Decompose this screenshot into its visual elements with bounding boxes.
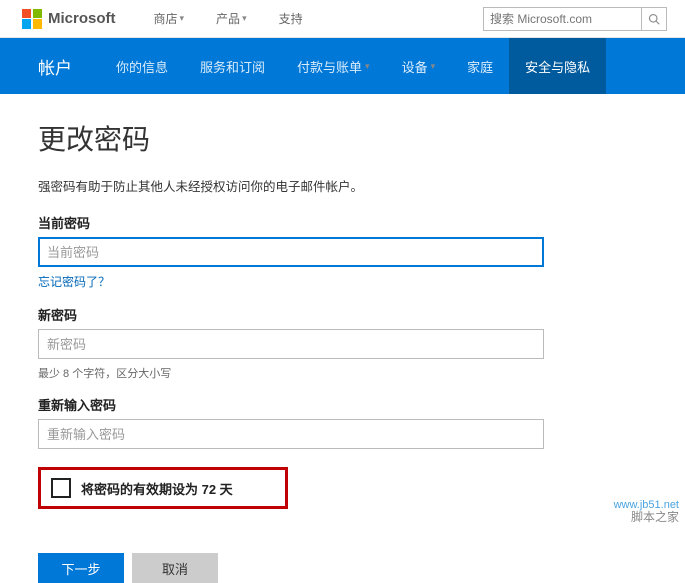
watermark: www.jb51.net 脚本之家 — [614, 499, 679, 524]
top-nav: 商店 ▾ 产品 ▾ 支持 — [154, 10, 303, 27]
current-password-input[interactable] — [38, 237, 544, 267]
password-expire-label: 将密码的有效期设为 72 天 — [81, 479, 233, 498]
top-nav-store-label: 商店 — [154, 10, 178, 27]
search-button[interactable] — [641, 7, 667, 31]
new-password-hint: 最少 8 个字符，区分大小写 — [38, 365, 647, 381]
watermark-name: 脚本之家 — [614, 511, 679, 524]
watermark-url: www.jb51.net — [614, 499, 679, 511]
chevron-down-icon: ▾ — [242, 13, 247, 24]
new-password-input[interactable] — [38, 329, 544, 359]
top-header: Microsoft 商店 ▾ 产品 ▾ 支持 — [0, 0, 685, 38]
current-password-label: 当前密码 — [38, 213, 647, 232]
button-row: 下一步 取消 — [38, 553, 647, 583]
top-nav-products-label: 产品 — [216, 10, 240, 27]
chevron-down-icon: ▾ — [365, 61, 370, 72]
search-input[interactable] — [483, 7, 641, 31]
current-password-field: 当前密码 忘记密码了？ — [38, 213, 647, 291]
next-button[interactable]: 下一步 — [38, 553, 124, 583]
confirm-password-label: 重新输入密码 — [38, 395, 647, 414]
chevron-down-icon: ▾ — [180, 13, 185, 24]
search-icon — [648, 13, 660, 25]
confirm-password-input[interactable] — [38, 419, 544, 449]
cancel-button[interactable]: 取消 — [132, 553, 218, 583]
nav-family[interactable]: 家庭 — [451, 38, 509, 94]
password-expire-row: 将密码的有效期设为 72 天 — [38, 467, 288, 509]
chevron-down-icon: ▾ — [431, 61, 436, 72]
nav-security-privacy[interactable]: 安全与隐私 — [509, 38, 606, 94]
nav-your-info[interactable]: 你的信息 — [100, 38, 184, 94]
forgot-password-link[interactable]: 忘记密码了？ — [38, 273, 110, 290]
page-title: 更改密码 — [38, 118, 647, 158]
top-nav-products[interactable]: 产品 ▾ — [216, 10, 247, 27]
microsoft-logo[interactable]: Microsoft — [22, 9, 116, 29]
microsoft-brand-text: Microsoft — [48, 10, 116, 27]
password-expire-checkbox[interactable] — [51, 478, 71, 498]
nav-payment[interactable]: 付款与账单▾ — [281, 38, 386, 94]
account-nav: 帐户 你的信息 服务和订阅 付款与账单▾ 设备▾ 家庭 安全与隐私 — [0, 38, 685, 94]
page-description: 强密码有助于防止其他人未经授权访问你的电子邮件帐户。 — [38, 176, 647, 195]
search-container — [483, 7, 667, 31]
top-nav-store[interactable]: 商店 ▾ — [154, 10, 185, 27]
microsoft-logo-icon — [22, 9, 42, 29]
new-password-field: 新密码 最少 8 个字符，区分大小写 — [38, 305, 647, 381]
main-content: 更改密码 强密码有助于防止其他人未经授权访问你的电子邮件帐户。 当前密码 忘记密… — [0, 94, 685, 583]
new-password-label: 新密码 — [38, 305, 647, 324]
top-nav-support-label: 支持 — [279, 10, 303, 27]
account-nav-brand[interactable]: 帐户 — [38, 38, 100, 94]
nav-devices[interactable]: 设备▾ — [386, 38, 452, 94]
nav-services[interactable]: 服务和订阅 — [184, 38, 281, 94]
confirm-password-field: 重新输入密码 — [38, 395, 647, 449]
top-nav-support[interactable]: 支持 — [279, 10, 303, 27]
